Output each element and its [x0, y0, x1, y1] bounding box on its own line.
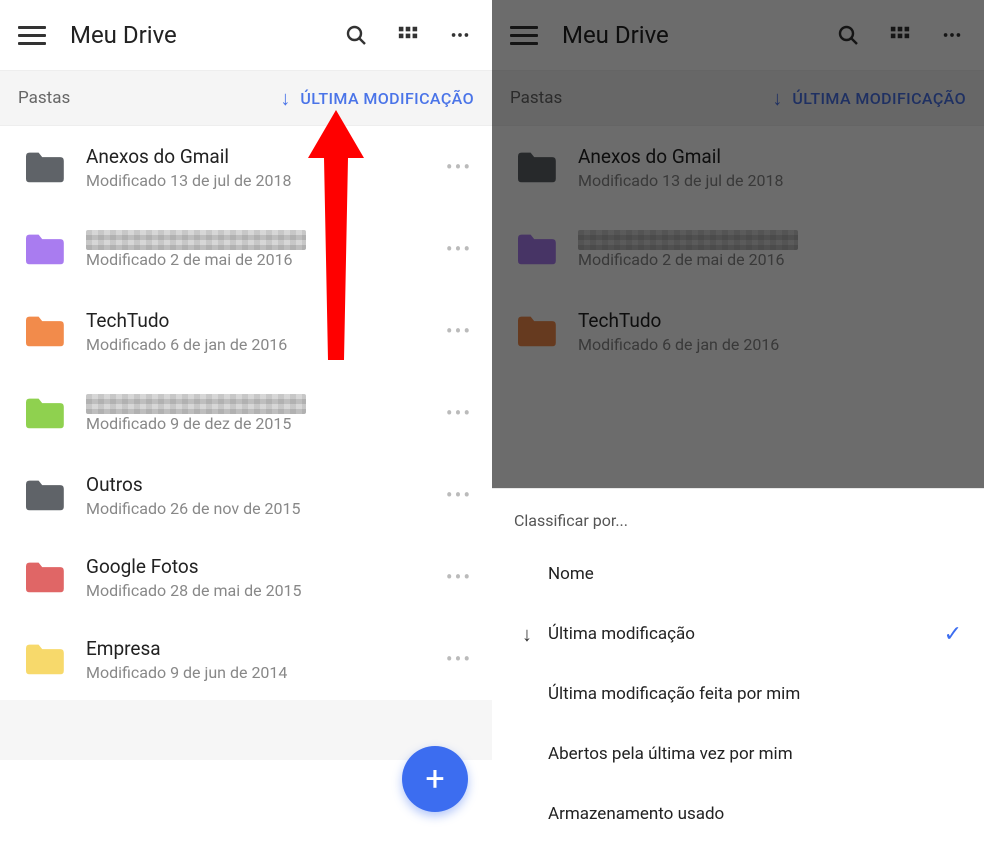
redacted-name — [86, 230, 306, 250]
header-actions — [834, 21, 966, 49]
folder-icon — [22, 313, 66, 349]
search-icon[interactable] — [834, 21, 862, 49]
list-item[interactable]: TechTudo Modificado 6 de jan de 2016 — [492, 290, 984, 372]
fab-add-button[interactable]: + — [402, 746, 468, 812]
list-item[interactable]: Empresa Modificado 9 de jun de 2014••• — [0, 618, 492, 700]
sort-bar[interactable]: Pastas ↓ ÚLTIMA MODIFICAÇÃO — [0, 70, 492, 126]
header-actions — [342, 21, 474, 49]
folder-name: Outros — [86, 473, 444, 496]
section-label: Pastas — [510, 88, 772, 108]
folder-icon — [514, 313, 558, 349]
check-icon: ✓ — [944, 622, 962, 647]
folder-modified: Modificado 6 de jan de 2016 — [86, 335, 444, 354]
folder-modified: Modificado 9 de jun de 2014 — [86, 663, 444, 682]
list-item[interactable]: Outros Modificado 26 de nov de 2015••• — [0, 454, 492, 536]
folder-icon — [22, 641, 66, 677]
sort-option-label: Nome — [548, 564, 962, 584]
sort-direction-icon: ↓ — [514, 622, 540, 647]
folder-icon — [22, 395, 66, 431]
more-icon[interactable] — [446, 21, 474, 49]
sort-value: ÚLTIMA MODIFICAÇÃO — [300, 89, 474, 108]
folder-name: TechTudo — [578, 309, 966, 332]
folder-icon — [22, 477, 66, 513]
item-more-icon[interactable]: ••• — [444, 401, 474, 425]
item-text: Outros Modificado 26 de nov de 2015 — [86, 473, 444, 518]
sort-option-label: Última modificação — [548, 624, 944, 644]
list-item[interactable]: Modificado 9 de dez de 2015••• — [0, 372, 492, 454]
sort-option[interactable]: Nome — [492, 544, 984, 604]
folder-modified: Modificado 28 de mai de 2015 — [86, 581, 444, 600]
sheet-title: Classificar por... — [492, 501, 984, 544]
folder-name: Google Fotos — [86, 555, 444, 578]
sort-option-label: Abertos pela última vez por mim — [548, 744, 962, 764]
item-text: Anexos do Gmail Modificado 13 de jul de 2… — [86, 145, 444, 190]
screen-left: Meu Drive Pastas ↓ ÚLTIMA MODIFICAÇÃO An… — [0, 0, 492, 848]
folder-icon — [22, 231, 66, 267]
item-text: Anexos do Gmail Modificado 13 de jul de 2… — [578, 145, 966, 190]
folder-icon — [22, 149, 66, 185]
list-item[interactable]: Modificado 2 de mai de 2016 — [492, 208, 984, 290]
folder-icon — [514, 231, 558, 267]
list-item[interactable]: Google Fotos Modificado 28 de mai de 2015… — [0, 536, 492, 618]
folder-icon — [22, 559, 66, 595]
sort-option[interactable]: ↓ Última modificação✓ — [492, 604, 984, 664]
section-label: Pastas — [18, 88, 280, 108]
folder-name: TechTudo — [86, 309, 444, 332]
list-item[interactable]: Anexos do Gmail Modificado 13 de jul de 2… — [492, 126, 984, 208]
folder-modified: Modificado 13 de jul de 2018 — [86, 171, 444, 190]
folder-modified: Modificado 2 de mai de 2016 — [86, 250, 444, 269]
item-text: Google Fotos Modificado 28 de mai de 2015 — [86, 555, 444, 600]
redacted-name — [86, 394, 306, 414]
sort-option[interactable]: Armazenamento usado — [492, 784, 984, 844]
item-text: Modificado 2 de mai de 2016 — [578, 230, 966, 269]
item-text: Modificado 2 de mai de 2016 — [86, 230, 444, 269]
item-more-icon[interactable]: ••• — [444, 155, 474, 179]
menu-icon[interactable] — [18, 21, 46, 49]
search-icon[interactable] — [342, 21, 370, 49]
grid-view-icon[interactable] — [394, 21, 422, 49]
item-more-icon[interactable]: ••• — [444, 237, 474, 261]
item-more-icon[interactable]: ••• — [444, 483, 474, 507]
redacted-name — [578, 230, 798, 250]
folder-list: Anexos do Gmail Modificado 13 de jul de 2… — [0, 126, 492, 848]
sort-option-label: Última modificação feita por mim — [548, 684, 962, 704]
folder-modified: Modificado 13 de jul de 2018 — [578, 171, 966, 190]
item-text: TechTudo Modificado 6 de jan de 2016 — [578, 309, 966, 354]
menu-icon[interactable] — [510, 21, 538, 49]
list-item[interactable]: TechTudo Modificado 6 de jan de 2016••• — [0, 290, 492, 372]
page-title: Meu Drive — [562, 21, 810, 49]
item-more-icon[interactable]: ••• — [444, 647, 474, 671]
item-text: Modificado 9 de dez de 2015 — [86, 394, 444, 433]
item-more-icon[interactable]: ••• — [444, 565, 474, 589]
page-title: Meu Drive — [70, 21, 318, 49]
folder-icon — [514, 149, 558, 185]
folder-modified: Modificado 6 de jan de 2016 — [578, 335, 966, 354]
folder-modified: Modificado 2 de mai de 2016 — [578, 250, 966, 269]
sort-option-label: Armazenamento usado — [548, 804, 962, 824]
folder-modified: Modificado 26 de nov de 2015 — [86, 499, 444, 518]
sort-value: ÚLTIMA MODIFICAÇÃO — [792, 89, 966, 108]
item-more-icon[interactable]: ••• — [444, 319, 474, 343]
folder-name: Anexos do Gmail — [578, 145, 966, 168]
screen-right: Meu Drive Pastas ↓ ÚLTIMA MODIFICAÇÃO An… — [492, 0, 984, 848]
list-item[interactable]: Anexos do Gmail Modificado 13 de jul de 2… — [0, 126, 492, 208]
folder-modified: Modificado 9 de dez de 2015 — [86, 414, 444, 433]
item-text: TechTudo Modificado 6 de jan de 2016 — [86, 309, 444, 354]
sort-bar[interactable]: Pastas ↓ ÚLTIMA MODIFICAÇÃO — [492, 70, 984, 126]
app-header: Meu Drive — [492, 0, 984, 70]
sort-sheet: Classificar por... Nome ↓ Última modificaç… — [492, 488, 984, 848]
sort-direction-icon: ↓ — [772, 86, 782, 111]
item-text: Empresa Modificado 9 de jun de 2014 — [86, 637, 444, 682]
folder-name: Empresa — [86, 637, 444, 660]
sort-option[interactable]: Última modificação feita por mim — [492, 664, 984, 724]
app-header: Meu Drive — [0, 0, 492, 70]
grid-view-icon[interactable] — [886, 21, 914, 49]
plus-icon: + — [425, 759, 444, 799]
sort-direction-icon: ↓ — [280, 86, 290, 111]
list-item[interactable]: Modificado 2 de mai de 2016••• — [0, 208, 492, 290]
folder-name: Anexos do Gmail — [86, 145, 444, 168]
more-icon[interactable] — [938, 21, 966, 49]
sort-option[interactable]: Abertos pela última vez por mim — [492, 724, 984, 784]
